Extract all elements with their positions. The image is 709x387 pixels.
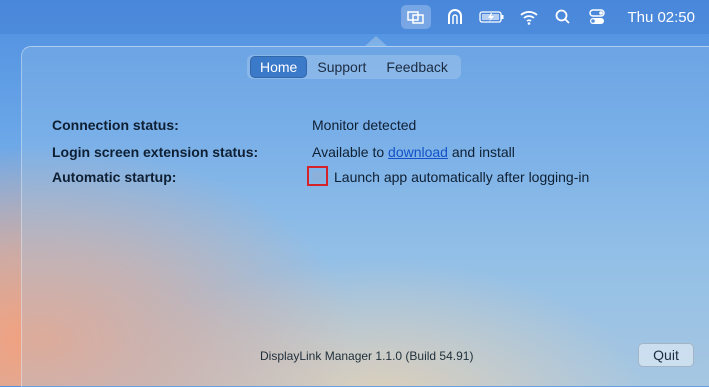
battery-charging-icon: [479, 11, 504, 23]
automatic-startup-label: Automatic startup:: [52, 169, 177, 185]
login-extension-status-value: Available to download and install: [312, 144, 515, 160]
launch-at-login-checkbox[interactable]: [307, 166, 328, 186]
display-mirror-icon: [407, 11, 425, 24]
checkbox-box: [312, 171, 323, 181]
tab-support[interactable]: Support: [307, 56, 376, 78]
wifi-menu-item[interactable]: [519, 0, 539, 34]
search-icon: [556, 9, 571, 24]
launch-at-login-label[interactable]: Launch app automatically after logging-i…: [334, 169, 589, 185]
menu-bar-clock[interactable]: Thu 02:50: [627, 0, 695, 34]
displaylink-popover: [21, 46, 709, 387]
control-center-icon: [589, 9, 606, 24]
login-status-prefix: Available to: [312, 144, 385, 160]
vpn-menu-item[interactable]: [445, 0, 465, 34]
quit-button[interactable]: Quit: [638, 343, 694, 367]
menu-bar: Thu 02:50: [0, 0, 709, 34]
tab-home[interactable]: Home: [250, 56, 308, 78]
download-link[interactable]: download: [388, 144, 448, 160]
battery-menu-item[interactable]: [479, 0, 505, 34]
connection-status-label: Connection status:: [52, 117, 179, 133]
control-center-menu-item[interactable]: [587, 0, 607, 34]
login-status-suffix: and install: [451, 144, 515, 160]
spotlight-menu-item[interactable]: [553, 0, 573, 34]
connection-status-value: Monitor detected: [312, 117, 417, 133]
login-extension-status-label: Login screen extension status:: [52, 144, 259, 160]
version-text: DisplayLink Manager 1.1.0 (Build 54.91): [260, 349, 474, 363]
vpn-shield-icon: [448, 9, 463, 24]
tab-feedback[interactable]: Feedback: [376, 56, 457, 78]
wifi-icon: [520, 11, 539, 25]
display-mirror-menu-item[interactable]: [401, 5, 432, 29]
popover-pointer: [365, 36, 387, 46]
tab-bar: Home Support Feedback: [247, 55, 461, 79]
